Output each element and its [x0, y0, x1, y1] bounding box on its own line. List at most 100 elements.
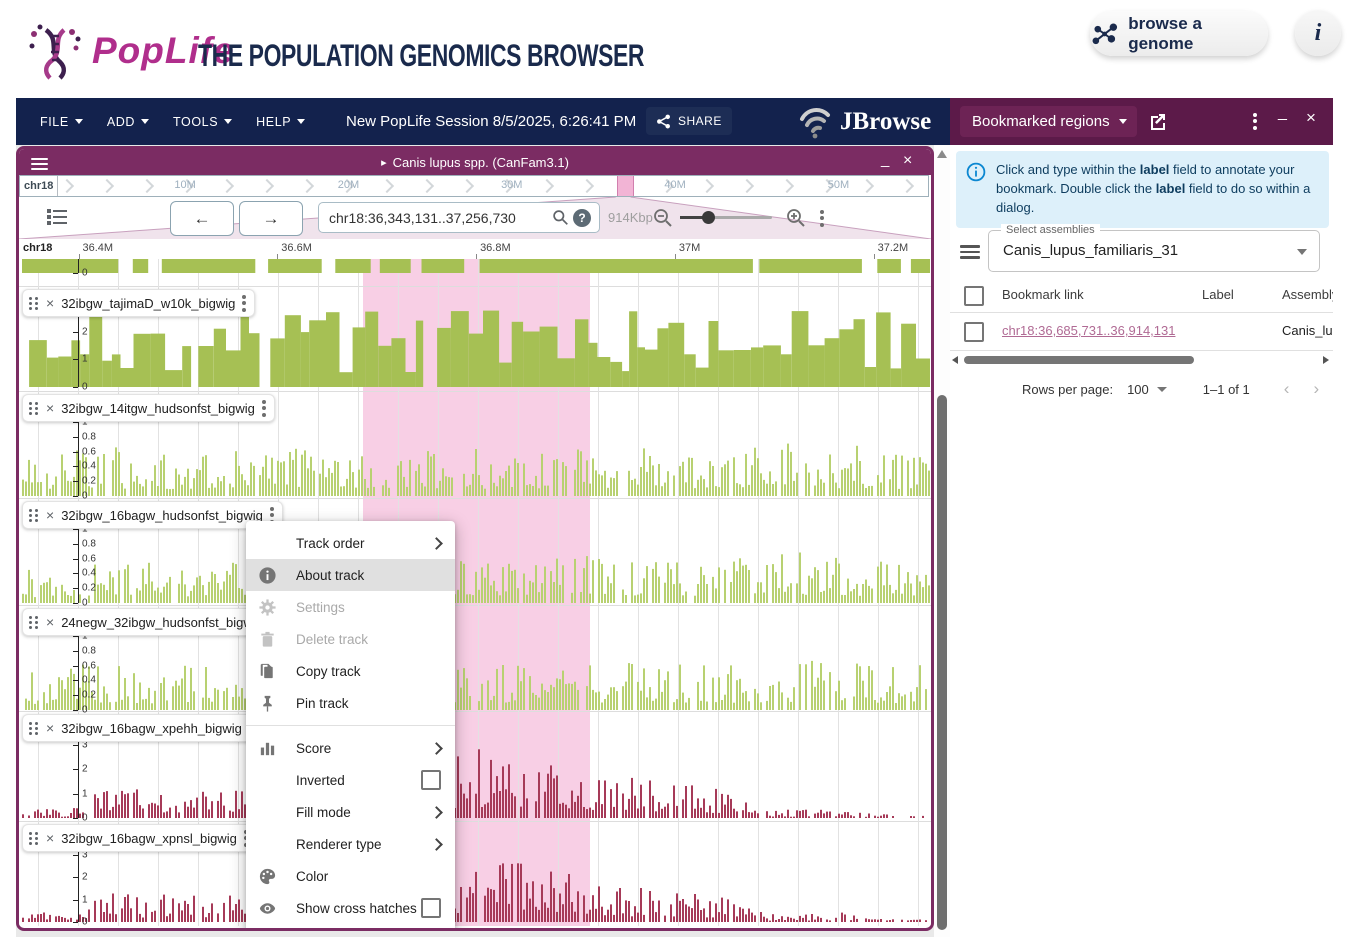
view-minimize-button[interactable]: _ — [881, 151, 889, 168]
menu-item-fill-mode[interactable]: Fill mode — [246, 796, 455, 828]
track-name: 24negw_32ibgw_hudsonfst_bigwig — [61, 615, 263, 630]
panel-close-button[interactable]: × — [1306, 108, 1316, 128]
menu-checkbox[interactable] — [421, 770, 441, 790]
track-kebab-menu-icon[interactable] — [262, 397, 266, 419]
visible-region-marker[interactable] — [617, 176, 634, 196]
info-circle-icon — [966, 162, 986, 182]
menu-item-inverted[interactable]: Inverted — [246, 764, 455, 796]
bookmark-table-row[interactable]: chr18:36,685,731..36,914,131 Canis_lup — [950, 312, 1333, 351]
menu-item-about-track[interactable]: About track — [246, 559, 455, 591]
location-search-input[interactable] — [319, 210, 552, 226]
session-vertical-scrollbar[interactable] — [934, 145, 950, 937]
track-kebab-menu-icon[interactable] — [242, 292, 246, 314]
info-button[interactable]: i — [1295, 10, 1341, 56]
zoom-out-icon[interactable] — [653, 208, 673, 228]
info-button-glyph: i — [1315, 20, 1322, 47]
drag-handle-icon[interactable] — [29, 616, 39, 629]
track-label-pill[interactable]: ×32ibgw_14itgw_hudsonfst_bigwig — [22, 394, 275, 422]
track-context-menu: Track orderAbout trackSettingsDelete tra… — [246, 521, 455, 931]
share-button[interactable]: SHARE — [646, 107, 732, 135]
menu-item-pin-track[interactable]: Pin track — [246, 687, 455, 719]
menu-file[interactable]: FILE — [40, 115, 83, 129]
menu-item-copy-track[interactable]: Copy track — [246, 655, 455, 687]
axis-tick-label: 0.6 — [82, 553, 96, 564]
row-checkbox[interactable] — [964, 322, 984, 342]
axis-tick-label: 2 — [82, 326, 88, 337]
track-label-pill[interactable]: ×32ibgw_16bagw_xpnsl_bigwig — [22, 824, 257, 852]
menu-help[interactable]: HELP — [256, 115, 305, 129]
drag-handle-icon[interactable] — [29, 832, 39, 845]
panel-minimize-button[interactable]: _ — [1278, 104, 1287, 122]
bookmarked-regions-menu-button[interactable]: Bookmarked regions — [960, 106, 1137, 137]
menu-checkbox[interactable] — [421, 898, 441, 918]
menu-item-show-cross-hatches[interactable]: Show cross hatches — [246, 892, 455, 924]
menu-item-label: Fill mode — [258, 805, 432, 820]
panel-kebab-menu-icon[interactable] — [1253, 110, 1257, 132]
assembly-menu-icon[interactable] — [960, 242, 980, 262]
close-track-icon[interactable]: × — [46, 721, 54, 735]
zoom-in-icon[interactable] — [786, 208, 806, 228]
scrollbar-thumb[interactable] — [937, 395, 947, 930]
pan-left-button[interactable]: ← — [170, 201, 234, 236]
table-horizontal-scrollbar[interactable] — [950, 353, 1333, 367]
chevron-down-icon — [141, 119, 149, 124]
rows-per-page-dropdown-icon[interactable] — [1157, 387, 1167, 392]
close-track-icon[interactable]: × — [46, 508, 54, 522]
drag-handle-icon[interactable] — [29, 402, 39, 415]
select-assemblies-label: Select assemblies — [1001, 224, 1100, 236]
close-track-icon[interactable]: × — [46, 401, 54, 415]
bookmark-assembly-cell: Canis_lup — [1282, 323, 1333, 338]
track-label-pill[interactable]: ×32ibgw_16bagw_xpehh_bigwig — [22, 714, 262, 742]
prev-page-icon[interactable]: ‹ — [1284, 379, 1290, 399]
track-data-bars — [22, 850, 930, 922]
select-all-checkbox[interactable] — [964, 286, 984, 306]
rows-per-page-value[interactable]: 100 — [1127, 382, 1149, 397]
chromosome-overview-ruler[interactable]: chr1810M20M30M40M50M — [19, 175, 929, 197]
bookmark-link[interactable]: chr18:36,685,731..36,914,131 — [1002, 323, 1175, 338]
scroll-up-arrow-icon[interactable] — [937, 150, 947, 158]
axis-tick-label: 0 — [82, 598, 88, 609]
ruler-chevron-icon — [700, 179, 714, 193]
close-track-icon[interactable]: × — [46, 615, 54, 629]
menu-item-score[interactable]: Score — [246, 732, 455, 764]
menu-tools[interactable]: TOOLS — [173, 115, 232, 129]
menu-item-color[interactable]: Color — [246, 860, 455, 892]
next-page-icon[interactable]: › — [1313, 379, 1319, 399]
pin-icon — [258, 694, 286, 713]
view-close-button[interactable]: × — [903, 152, 912, 170]
view-kebab-menu-icon[interactable] — [820, 207, 824, 229]
zoom-slider[interactable] — [680, 216, 772, 219]
drag-handle-icon[interactable] — [29, 722, 39, 735]
scroll-right-arrow-icon[interactable] — [1323, 356, 1329, 364]
linear-genome-view-window: ▸Canis lupus spp. (CanFam3.1) _ × chr181… — [16, 146, 934, 931]
close-track-icon[interactable]: × — [46, 831, 54, 845]
open-in-new-icon[interactable] — [1148, 111, 1168, 131]
browse-a-genome-label: browse a genome — [1128, 14, 1268, 54]
menu-item-renderer-type[interactable]: Renderer type — [246, 828, 455, 860]
pan-right-button[interactable]: → — [239, 201, 303, 236]
axis-tick-label: 0.4 — [82, 461, 96, 472]
track-label-pill[interactable]: ×32ibgw_tajimaD_w10k_bigwig — [22, 289, 255, 317]
axis-tick-label: 0.8 — [82, 645, 96, 656]
scroll-left-arrow-icon[interactable] — [952, 356, 958, 364]
track-label-pill[interactable]: × 24negw_32ibgw_hudsonfst_bigwig — [22, 608, 283, 636]
browse-a-genome-button[interactable]: browse a genome — [1090, 11, 1268, 56]
select-assemblies-field[interactable]: Select assemblies Canis_lupus_familiaris… — [988, 230, 1320, 272]
share-label: SHARE — [678, 114, 722, 128]
drag-handle-icon[interactable] — [29, 509, 39, 522]
overview-tick-label: 10M — [174, 179, 195, 191]
track-selector-icon[interactable] — [45, 205, 69, 229]
hscrollbar-thumb[interactable] — [964, 356, 1194, 364]
search-icon[interactable] — [552, 209, 569, 226]
axis-tick-label: 0.2 — [82, 583, 96, 594]
zoom-slider-thumb[interactable] — [702, 211, 715, 224]
detail-ruler[interactable]: chr1836.4M36.6M36.8M37M37.2M — [19, 239, 931, 260]
menu-item-track-order[interactable]: Track order — [246, 527, 455, 559]
drag-handle-icon[interactable] — [29, 297, 39, 310]
bookmarks-sidebar: Click and type within the label field to… — [950, 145, 1333, 937]
track-label-pill[interactable]: ×32ibgw_16bagw_hudsonfst_bigwig — [22, 501, 283, 529]
menu-add[interactable]: ADD — [107, 115, 149, 129]
search-help-icon[interactable]: ? — [573, 209, 591, 227]
close-track-icon[interactable]: × — [46, 296, 54, 310]
menu-item-delete-track: Delete track — [246, 623, 455, 655]
